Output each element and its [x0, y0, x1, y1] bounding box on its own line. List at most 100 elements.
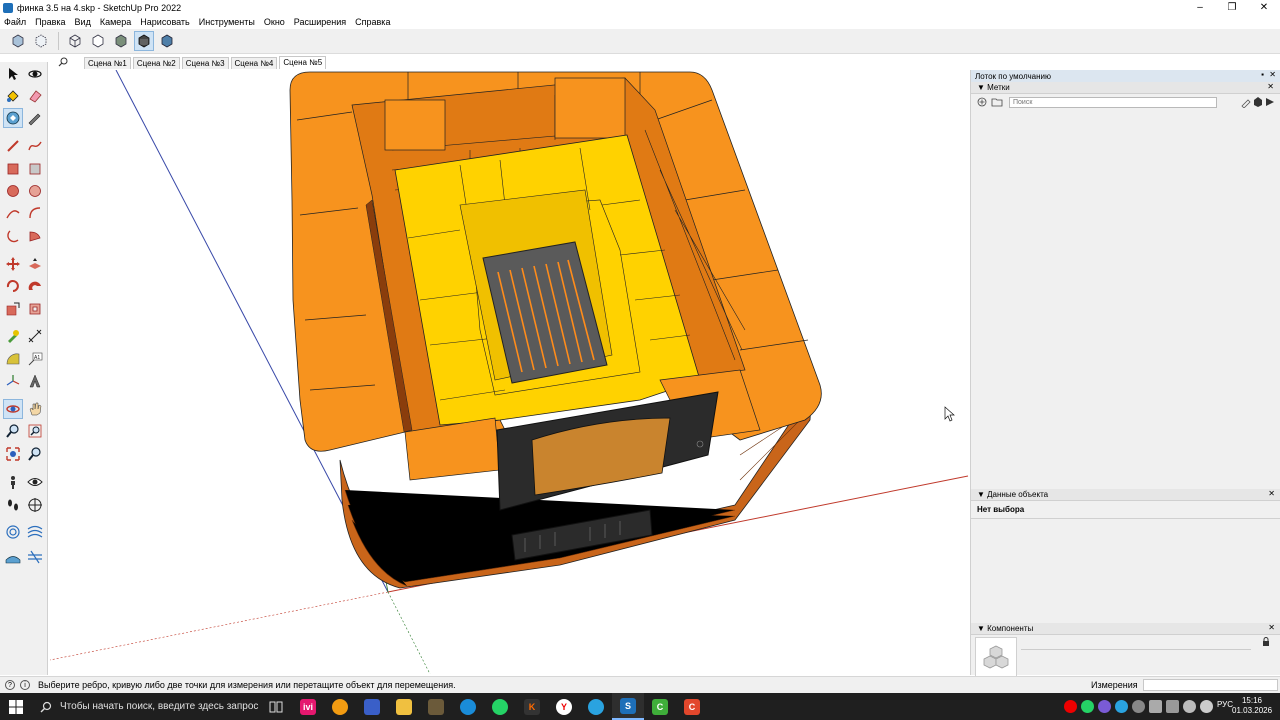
tags-search-input[interactable] — [1009, 96, 1217, 108]
start-button[interactable] — [0, 693, 32, 720]
offset-tool-button[interactable] — [25, 299, 45, 319]
scene-search-icon[interactable] — [56, 56, 72, 68]
taskbar-app-ivi[interactable]: ivi — [292, 693, 324, 720]
select-tool-button[interactable] — [3, 64, 23, 84]
rectangle-tool-button[interactable] — [3, 159, 23, 179]
taskbar-app-camtasia[interactable]: C — [644, 693, 676, 720]
taskbar-app-explorer[interactable] — [388, 693, 420, 720]
orbit-tool-button[interactable] — [25, 64, 45, 84]
scene-tab-2[interactable]: Сцена №2 — [132, 57, 180, 69]
shaded-button[interactable] — [111, 31, 131, 51]
pin-icon[interactable]: ▪ — [1261, 70, 1264, 79]
geolocation-icon[interactable]: ? — [5, 680, 15, 690]
tag-tool-icon[interactable] — [1240, 96, 1252, 108]
scene-tab-4[interactable]: Сцена №4 — [230, 57, 278, 69]
menu-view[interactable]: Вид — [75, 17, 91, 27]
taskbar-app-telegram[interactable] — [580, 693, 612, 720]
menu-extensions[interactable]: Расширения — [294, 17, 346, 27]
rotated-rectangle-button[interactable] — [25, 159, 45, 179]
component-name-field[interactable] — [1021, 639, 1251, 650]
3d-text-button[interactable] — [25, 371, 45, 391]
volume-icon[interactable] — [1200, 700, 1213, 713]
move-tool-button[interactable] — [3, 254, 23, 274]
zoom-window-button[interactable] — [25, 421, 45, 441]
scene-tab-3[interactable]: Сцена №3 — [181, 57, 229, 69]
scale-tool-button[interactable] — [3, 299, 23, 319]
axes-tool-button[interactable] — [3, 371, 23, 391]
eraser-tool-button[interactable] — [25, 86, 45, 106]
details-arrow-icon[interactable] — [1264, 96, 1276, 108]
entity-info-close-button[interactable]: ✕ — [1268, 489, 1275, 498]
tray-close-button[interactable]: ✕ — [1269, 70, 1276, 79]
add-tag-folder-icon[interactable] — [991, 97, 1003, 107]
wireframe-button[interactable] — [65, 31, 85, 51]
component-thumbnail[interactable] — [975, 637, 1017, 677]
language-indicator[interactable]: РУС — [1217, 700, 1233, 713]
tags-close-button[interactable]: ✕ — [1267, 82, 1274, 91]
usb-icon[interactable] — [1149, 700, 1162, 713]
maximize-button[interactable]: ❐ — [1216, 0, 1248, 15]
add-tag-icon[interactable] — [977, 97, 987, 107]
freehand-tool-button[interactable] — [25, 136, 45, 156]
orbit-camera-button[interactable] — [3, 399, 23, 419]
polygon-tool-button[interactable] — [25, 181, 45, 201]
scene-tab-5[interactable]: Сцена №5 — [279, 56, 327, 69]
wifi-icon[interactable] — [1132, 700, 1145, 713]
section-plane-button[interactable] — [25, 495, 45, 515]
viber-tray-icon[interactable] — [1098, 700, 1111, 713]
drawing-area[interactable] — [49, 70, 969, 674]
network-icon[interactable] — [1183, 700, 1196, 713]
position-camera-button[interactable] — [3, 472, 23, 492]
tape-measure-button[interactable] — [25, 108, 45, 128]
minimize-button[interactable]: – — [1184, 0, 1216, 15]
components-tool-button[interactable] — [3, 108, 23, 128]
taskbar-app-yandex[interactable]: Y — [548, 693, 580, 720]
taskbar-search[interactable]: Чтобы начать поиск, введите здесь запрос — [32, 693, 260, 720]
taskbar-app-save[interactable] — [356, 693, 388, 720]
telegram-tray-icon[interactable] — [1115, 700, 1128, 713]
measurements-input[interactable] — [1143, 679, 1278, 691]
line-tool-button[interactable] — [3, 136, 23, 156]
menu-file[interactable]: Файл — [4, 17, 26, 27]
scene-tab-1[interactable]: Сцена №1 — [84, 57, 131, 69]
two-point-arc-button[interactable] — [25, 203, 45, 223]
push-pull-button[interactable] — [25, 254, 45, 274]
battery-icon[interactable] — [1166, 700, 1179, 713]
taskbar-app-recorder[interactable]: C — [676, 693, 708, 720]
components-header[interactable]: ▼ Компоненты ✕ — [971, 623, 1280, 635]
xray-style-button[interactable] — [8, 31, 28, 51]
menu-camera[interactable]: Камера — [100, 17, 131, 27]
menu-draw[interactable]: Нарисовать — [140, 17, 189, 27]
sandbox-from-scratch-button[interactable] — [25, 522, 45, 542]
protractor-tool-button[interactable] — [3, 349, 23, 369]
task-view-button[interactable] — [260, 693, 292, 720]
tags-panel-header[interactable]: ▼ Метки ✕ — [971, 82, 1280, 94]
menu-help[interactable]: Справка — [355, 17, 390, 27]
color-by-tag-icon[interactable] — [1252, 96, 1264, 108]
dimension-tool-button[interactable] — [25, 326, 45, 346]
hidden-line-button[interactable] — [88, 31, 108, 51]
previous-view-button[interactable] — [25, 444, 45, 464]
smoove-tool-button[interactable] — [3, 547, 23, 567]
rotate-tool-button[interactable] — [3, 276, 23, 296]
zoom-extents-button[interactable] — [3, 444, 23, 464]
taskbar-app-browser[interactable] — [324, 693, 356, 720]
menu-tools[interactable]: Инструменты — [199, 17, 255, 27]
component-lock-icon[interactable] — [1261, 637, 1271, 647]
yandex-tray-icon[interactable] — [1064, 700, 1077, 713]
menu-edit[interactable]: Правка — [35, 17, 65, 27]
taskbar-clock[interactable]: 15:16 01.03.2026 — [1232, 696, 1272, 716]
whatsapp-tray-icon[interactable] — [1081, 700, 1094, 713]
taskbar-app-whatsapp[interactable] — [484, 693, 516, 720]
close-button[interactable]: ✕ — [1248, 0, 1280, 15]
circle-tool-button[interactable] — [3, 181, 23, 201]
info-icon[interactable]: i — [20, 680, 30, 690]
walk-tool-button[interactable] — [3, 495, 23, 515]
three-point-arc-button[interactable] — [3, 226, 23, 246]
shaded-with-textures-button[interactable] — [134, 31, 154, 51]
menu-window[interactable]: Окно — [264, 17, 285, 27]
sandbox-from-contours-button[interactable] — [3, 522, 23, 542]
pan-tool-button[interactable] — [25, 399, 45, 419]
look-around-button[interactable] — [25, 472, 45, 492]
stamp-tool-button[interactable] — [25, 547, 45, 567]
